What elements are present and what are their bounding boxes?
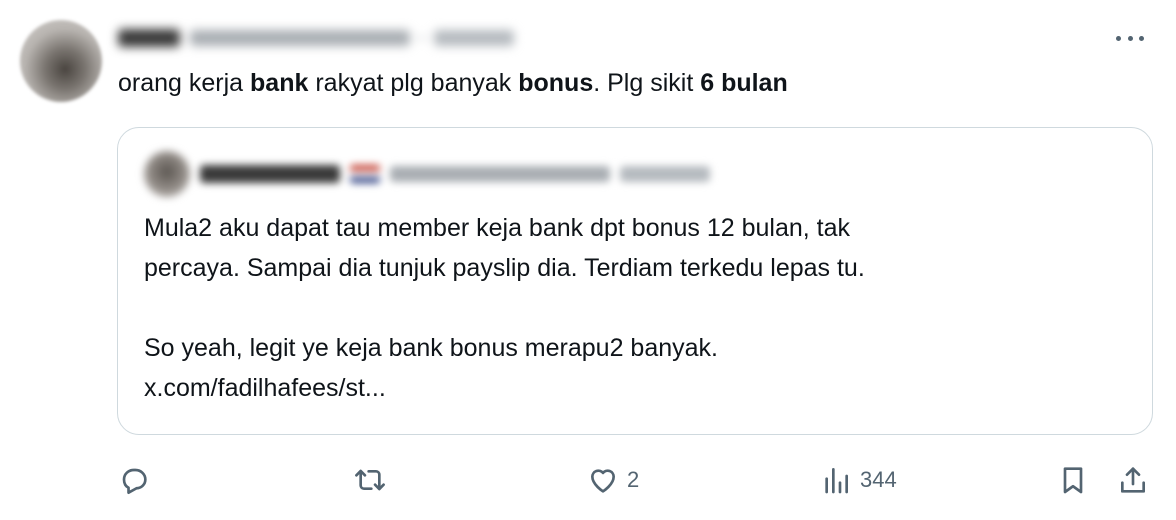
analytics-icon	[825, 468, 848, 494]
timestamp-blurred[interactable]	[434, 30, 514, 46]
bookmark-button[interactable]	[1057, 458, 1089, 502]
tweet-text-bold: bonus	[518, 69, 594, 97]
more-options-icon[interactable]	[1114, 26, 1146, 50]
share-button[interactable]	[1117, 458, 1149, 502]
views-button[interactable]: 344	[820, 458, 897, 502]
reply-icon	[122, 468, 147, 494]
bookmark-icon	[1063, 467, 1083, 494]
quoted-author-header-blurred	[144, 150, 710, 198]
dot-icon	[1139, 35, 1144, 41]
like-count: 2	[627, 467, 640, 492]
flag-emoji	[350, 165, 380, 183]
quoted-tweet[interactable]: Mula2 aku dapat tau member keja bank dpt…	[117, 127, 1153, 435]
repost-button[interactable]	[354, 458, 394, 502]
dot-icon	[1116, 35, 1121, 41]
author-header-blurred	[118, 24, 514, 52]
heart-icon	[591, 469, 615, 493]
views-count: 344	[860, 467, 897, 492]
author-name-blurred[interactable]	[118, 29, 180, 47]
share-icon	[1121, 467, 1145, 493]
quoted-text-line	[144, 288, 865, 328]
tweet-text-part: . Plg sikit	[593, 69, 701, 97]
tweet-text-part: rakyat plg banyak	[308, 69, 519, 97]
tweet-text-part: orang kerja	[118, 69, 251, 97]
quoted-text-line: Mula2 aku dapat tau member keja bank dpt…	[144, 214, 851, 242]
dot-icon	[1127, 35, 1133, 41]
tweet-text-bold: bank	[250, 69, 309, 97]
quoted-link[interactable]: x.com/fadilhafees/st...	[144, 368, 865, 408]
avatar[interactable]	[20, 20, 102, 102]
quoted-text-line: So yeah, legit ye keja bank bonus merapu…	[144, 334, 718, 362]
quoted-avatar	[144, 151, 190, 197]
author-handle-blurred[interactable]	[190, 30, 410, 46]
quoted-author-handle-blurred	[390, 166, 610, 182]
reply-button[interactable]	[118, 458, 158, 502]
quoted-author-name-blurred	[200, 165, 340, 183]
quoted-timestamp-blurred	[620, 166, 710, 182]
quoted-tweet-text: Mula2 aku dapat tau member keja bank dpt…	[144, 208, 865, 408]
action-bar: 2 344	[0, 458, 1176, 502]
quoted-text-line: percaya. Sampai dia tunjuk payslip dia. …	[144, 254, 865, 282]
separator-dot	[420, 36, 424, 40]
tweet-text-bold: 6 bulan	[700, 69, 788, 97]
repost-icon	[355, 469, 385, 491]
tweet-text: orang kerja bank rakyat plg banyak bonus…	[118, 66, 788, 100]
like-button[interactable]: 2	[587, 458, 639, 502]
